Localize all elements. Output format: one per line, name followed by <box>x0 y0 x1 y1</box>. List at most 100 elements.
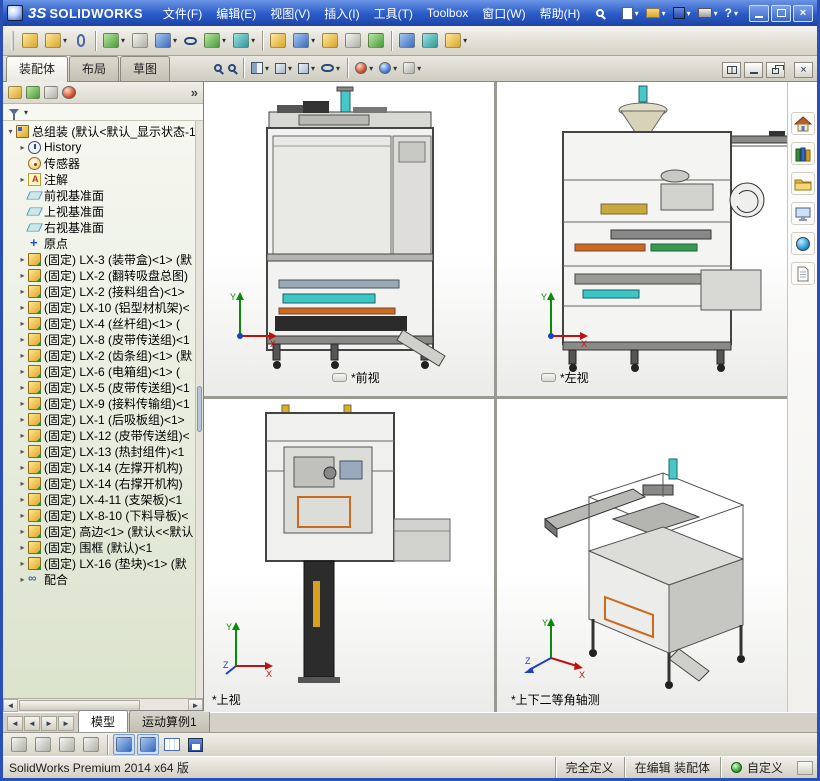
reference-geometry-button[interactable] <box>230 31 258 50</box>
scroll-left-arrow[interactable]: ◄ <box>3 699 18 712</box>
menu-item[interactable]: 窗口(W) <box>475 5 532 22</box>
table-view-button[interactable] <box>161 735 183 754</box>
tree-vertical-scrollbar[interactable] <box>195 121 203 698</box>
linear-component-pattern-button[interactable] <box>100 31 128 50</box>
explode-line-sketch-button[interactable] <box>342 31 364 50</box>
expand-arrow-icon[interactable]: ▸ <box>17 559 28 568</box>
tab-assembly[interactable]: 装配体 <box>6 56 69 82</box>
viewport-left[interactable]: Y X *左视 <box>497 82 787 396</box>
move-component-button[interactable] <box>152 31 180 50</box>
view-palette-button[interactable] <box>790 202 815 225</box>
tab-scroll-button[interactable]: ► <box>58 716 74 731</box>
propertymanager-icon[interactable] <box>26 86 40 99</box>
tree-item[interactable]: 右视基准面 <box>3 219 195 235</box>
tree-item[interactable]: 原点 <box>3 235 195 251</box>
expand-arrow-icon[interactable]: ▸ <box>17 415 28 424</box>
view-settings-button[interactable] <box>401 60 423 76</box>
interference-detection-button[interactable] <box>365 31 387 50</box>
tree-item[interactable]: 前视基准面 <box>3 187 195 203</box>
minimize-button[interactable] <box>749 4 769 22</box>
expand-arrow-icon[interactable]: ▸ <box>17 447 28 456</box>
print-button[interactable] <box>696 7 720 19</box>
open-button[interactable] <box>644 7 668 19</box>
maximize-button[interactable] <box>771 4 791 22</box>
tree-item[interactable]: ▸ (固定) LX-2 (接料组合)<1> <box>3 283 195 299</box>
file-explorer-button[interactable] <box>790 172 815 195</box>
filter-funnel-icon[interactable] <box>9 109 19 120</box>
tree-item[interactable]: ▸ (固定) 围框 (默认)<1 <box>3 539 195 555</box>
new-document-button[interactable] <box>620 6 641 21</box>
instant3d-button[interactable] <box>419 31 441 50</box>
tab-sketch[interactable]: 草图 <box>120 56 171 81</box>
assembly-visualization-button[interactable] <box>396 31 418 50</box>
edit-appearance-button[interactable] <box>353 60 375 76</box>
filter-faces-button[interactable] <box>56 734 78 755</box>
viewport-top[interactable]: Y X Z *上视 <box>204 398 494 712</box>
save-button[interactable] <box>671 6 693 20</box>
tree-item[interactable]: 传感器 <box>3 155 195 171</box>
zoom-fit-button[interactable] <box>212 62 224 74</box>
mate-button[interactable] <box>71 32 91 49</box>
status-expand-icon[interactable] <box>797 760 813 775</box>
configurationmanager-icon[interactable] <box>44 86 58 99</box>
smart-fasteners-button[interactable] <box>129 31 151 50</box>
expand-arrow-icon[interactable]: ▸ <box>17 255 28 264</box>
tree-root-item[interactable]: ▾ 总组装 (默认<默认_显示状态-1 <box>3 123 195 139</box>
tree-item[interactable]: ▸ (固定) LX-4 (丝杆组)<1> ( <box>3 315 195 331</box>
viewport-isometric[interactable]: Y X Z *上下二等角轴测 <box>497 398 787 712</box>
tree-item[interactable]: ▸ (固定) LX-10 (铝型材机架)< <box>3 299 195 315</box>
appearances-scenes-button[interactable] <box>790 232 815 255</box>
scrollbar-thumb[interactable] <box>197 386 202 433</box>
expand-arrow-icon[interactable]: ▸ <box>17 527 28 536</box>
tree-item[interactable]: ▸ (固定) LX-8-10 (下料导板)< <box>3 507 195 523</box>
expand-arrow-icon[interactable]: ▸ <box>17 575 28 584</box>
exploded-view-button[interactable] <box>319 31 341 50</box>
tab-motion-study-1[interactable]: 运动算例1 <box>129 710 210 732</box>
doc-close-button[interactable]: × <box>794 62 813 78</box>
menu-item[interactable]: 视图(V) <box>263 5 317 22</box>
menu-item[interactable]: 工具(T) <box>367 5 420 22</box>
tree-item[interactable]: ▸ (固定) LX-2 (齿条组)<1> (默 <box>3 347 195 363</box>
toolbar-grip[interactable] <box>11 30 14 51</box>
tree-item[interactable]: ▸ History <box>3 139 195 155</box>
filter-dropdown-icon[interactable] <box>22 105 28 119</box>
tree-item[interactable]: ▸ (固定) LX-14 (左撑开机构) <box>3 459 195 475</box>
expand-arrow-icon[interactable]: ▸ <box>17 463 28 472</box>
apply-scene-button[interactable] <box>377 60 399 76</box>
expand-arrow-icon[interactable]: ▸ <box>17 287 28 296</box>
bill-of-materials-button[interactable] <box>290 31 318 50</box>
viewport-front[interactable]: Y X *前视 <box>204 82 494 396</box>
help-button[interactable]: ? <box>723 5 740 21</box>
expand-arrow-icon[interactable]: ▸ <box>17 399 28 408</box>
tree-item[interactable]: ▸ 注解 <box>3 171 195 187</box>
expand-arrow-icon[interactable]: ▾ <box>5 127 16 136</box>
expand-arrow-icon[interactable]: ▸ <box>17 479 28 488</box>
doc-minimize-button[interactable] <box>744 62 763 78</box>
tree-item[interactable]: ▸ (固定) LX-1 (后吸板组)<1> <box>3 411 195 427</box>
menu-item[interactable]: 文件(F) <box>156 5 209 22</box>
tree-item[interactable]: ▸ (固定) LX-3 (装带盒)<1> (默 <box>3 251 195 267</box>
expand-arrow-icon[interactable]: ▸ <box>17 511 28 520</box>
insert-components-button[interactable] <box>42 31 70 50</box>
search-icon[interactable] <box>596 6 605 20</box>
tree-item[interactable]: ▸ (固定) 高边<1> (默认<<默认 <box>3 523 195 539</box>
design-library-button[interactable] <box>790 142 815 165</box>
tree-item[interactable]: ▸ (固定) LX-16 (垫块)<1> (默 <box>3 555 195 571</box>
expand-arrow-icon[interactable]: ▸ <box>17 383 28 392</box>
show-hidden-components-button[interactable] <box>181 35 200 47</box>
large-design-review-button[interactable] <box>442 31 470 50</box>
panel-overflow-chevron[interactable]: » <box>191 85 198 100</box>
featuremanager-tree-icon[interactable] <box>8 86 22 99</box>
menu-item[interactable]: Toolbox <box>420 6 475 20</box>
tree-item[interactable]: ▸ (固定) LX-2 (翻转吸盘总图) <box>3 267 195 283</box>
tree-item[interactable]: ▸ (固定) LX-5 (皮带传送组)<1 <box>3 379 195 395</box>
tree-item[interactable]: ▸ (固定) LX-4-11 (支架板)<1 <box>3 491 195 507</box>
section-view-button[interactable] <box>249 60 271 76</box>
expand-arrow-icon[interactable]: ▸ <box>17 543 28 552</box>
assembly-features-button[interactable] <box>201 31 229 50</box>
expand-arrow-icon[interactable]: ▸ <box>17 319 28 328</box>
tree-item[interactable]: ▸ (固定) LX-12 (皮带传送组)< <box>3 427 195 443</box>
status-custom[interactable]: 自定义 <box>719 757 793 778</box>
split-vertical-button[interactable] <box>137 734 159 755</box>
view-orientation-button[interactable] <box>273 61 294 76</box>
